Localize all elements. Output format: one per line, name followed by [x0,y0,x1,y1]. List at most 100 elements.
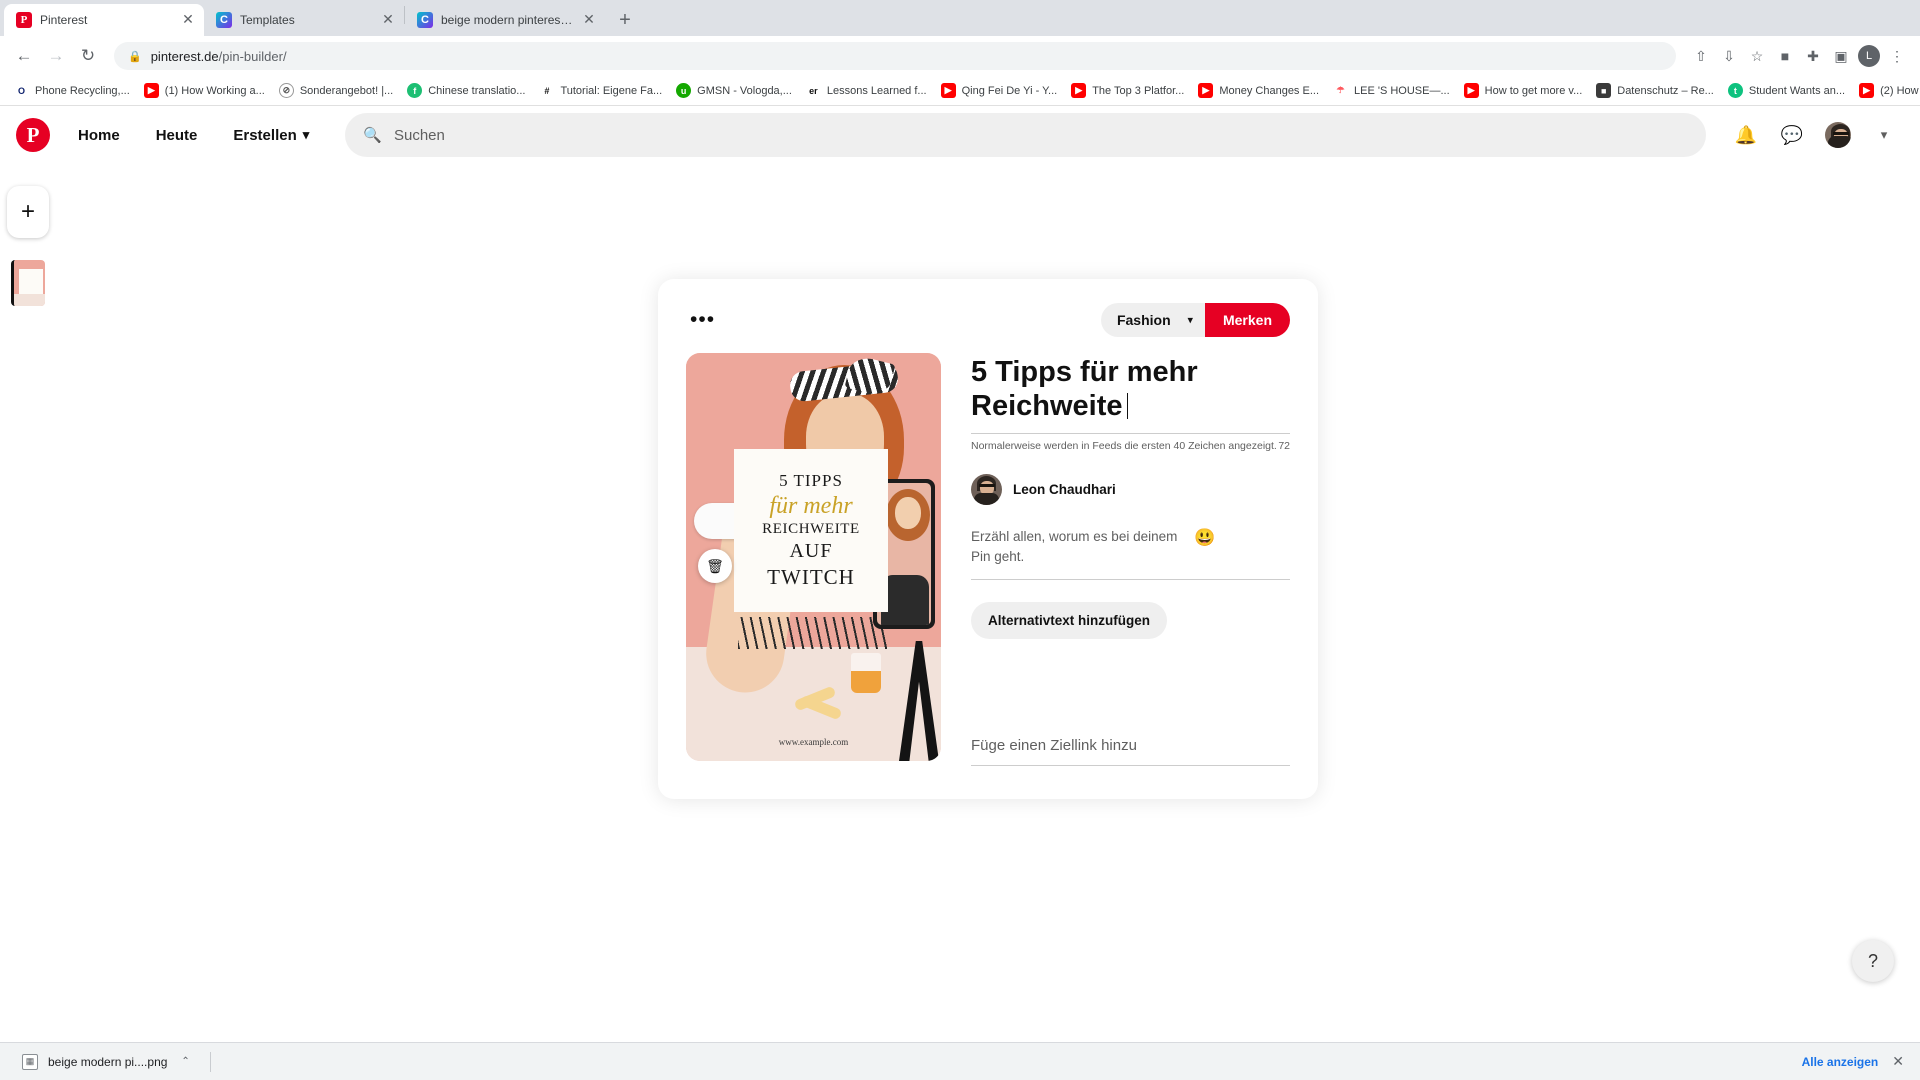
header-actions: 🔔 💬 ▾ [1726,115,1904,155]
browser-tab-beige-pin[interactable]: C beige modern pinterest pin - P ✕ [405,4,605,36]
bookmark-label: Datenschutz – Re... [1617,84,1714,97]
extension-puzzle-icon[interactable]: ■ [1772,43,1798,69]
more-options-icon[interactable]: ••• [686,309,715,330]
file-icon: ▦ [22,1053,38,1070]
add-alt-text-button[interactable]: Alternativtext hinzufügen [971,601,1168,639]
back-icon[interactable]: ← [10,42,38,70]
download-item[interactable]: ▦ beige modern pi....png ⌃ [12,1050,200,1074]
board-select-wrapper: Fashion ▾ [1100,303,1205,337]
bell-icon[interactable]: 🔔 [1726,115,1766,155]
bookmark-item[interactable]: ■ Datenschutz – Re... [1590,80,1720,101]
browser-tab-pinterest[interactable]: P Pinterest ✕ [4,4,204,36]
bookmark-item[interactable]: ▶ How to get more v... [1458,80,1589,101]
share-icon[interactable]: ⇧ [1688,43,1714,69]
bookmark-label: LEE 'S HOUSE—... [1354,84,1450,97]
nav-label: Heute [155,126,198,144]
youtube-icon: ▶ [143,83,159,98]
char-counter: 72 [1278,440,1290,453]
bookmark-item[interactable]: ▶ Money Changes E... [1192,80,1325,101]
show-all-downloads-button[interactable]: Alle anzeigen [1802,1055,1879,1069]
bookmark-item[interactable]: u GMSN - Vologda,... [670,80,798,101]
bookmark-item[interactable]: ▶ Qing Fei De Yi - Y... [935,80,1064,101]
profile-avatar-icon[interactable]: L [1856,43,1882,69]
cast-icon[interactable]: ▣ [1828,43,1854,69]
bookmark-item[interactable]: ☂ LEE 'S HOUSE—... [1327,80,1456,101]
bookmark-star-icon[interactable]: ☆ [1744,43,1770,69]
save-button[interactable]: Merken [1204,303,1290,337]
pinterest-logo-icon[interactable]: P [16,118,50,152]
pin-builder-card: ••• Fashion ▾ Merken 5 TIPPS für mehr RE… [658,279,1318,799]
pin-text-line-5: TWITCH [767,565,855,590]
messages-icon[interactable]: 💬 [1772,115,1812,155]
pin-image-preview[interactable]: 5 TIPPS für mehr REICHWEITE AUF TWITCH w… [686,353,941,761]
fiverr-icon: f [407,83,423,98]
chrome-menu-icon[interactable]: ⋮ [1884,43,1910,69]
destination-link-input[interactable]: Füge einen Ziellink hinzu [971,737,1290,766]
bookmark-label: GMSN - Vologda,... [697,84,792,97]
browser-tab-templates[interactable]: C Templates ✕ [204,4,404,36]
help-button[interactable]: ? [1852,940,1894,982]
board-select[interactable]: Fashion [1100,303,1205,337]
tab-title: beige modern pinterest pin - P [441,13,573,27]
account-avatar[interactable] [1818,115,1858,155]
install-icon[interactable]: ⇩ [1716,43,1742,69]
airbnb-icon: ☂ [1333,83,1348,98]
chevron-down-icon[interactable]: ▾ [1864,115,1904,155]
bookmark-item[interactable]: t Student Wants an... [1722,80,1851,101]
address-bar[interactable]: 🔒 pinterest.de/pin-builder/ [114,42,1676,70]
toolbar-icon-group: ⇧ ⇩ ☆ ■ ✚ ▣ L ⋮ [1688,43,1910,69]
search-input[interactable]: 🔍 Suchen [345,113,1706,157]
bookmark-item[interactable]: er Lessons Learned f... [800,80,933,101]
bookmark-item[interactable]: ⊘ Sonderangebot! |... [273,80,399,101]
bookmark-item[interactable]: f Chinese translatio... [401,80,531,101]
extensions-icon[interactable]: ✚ [1800,43,1826,69]
close-icon[interactable]: ✕ [380,12,396,28]
trash-icon[interactable]: 🗑 [698,549,732,583]
bookmark-item[interactable]: ▶ (2) How To Add A... [1853,80,1920,101]
forward-icon[interactable]: → [42,42,70,70]
youtube-icon: ▶ [1463,83,1479,98]
emoji-picker-icon[interactable]: 😃 [1194,527,1215,546]
nav-item-erstellen[interactable]: Erstellen ▾ [217,117,325,154]
search-icon: 🔍 [363,127,382,144]
new-tab-button[interactable]: + [611,6,639,34]
close-icon[interactable]: ✕ [180,12,196,28]
close-icon[interactable]: ✕ [581,12,597,28]
pin-draft-rail: + [0,164,56,1042]
bookmark-label: Qing Fei De Yi - Y... [961,84,1058,97]
close-icon[interactable]: ✕ [1892,1053,1908,1070]
bookmark-item[interactable]: # Tutorial: Eigene Fa... [533,80,668,101]
shelf-actions: Alle anzeigen ✕ [1802,1053,1908,1070]
pin-text-overlay: 5 TIPPS für mehr REICHWEITE AUF TWITCH [734,449,888,612]
bookmark-label: Money Changes E... [1219,84,1319,97]
pin-draft-thumbnail[interactable] [11,260,45,306]
chevron-up-icon[interactable]: ⌃ [181,1056,189,1067]
download-filename: beige modern pi....png [48,1054,168,1069]
pinterest-favicon-icon: P [16,12,32,28]
text-caret [1126,393,1128,420]
pin-text-line-2: für mehr [769,492,853,519]
nav-label: Erstellen [233,126,297,144]
pinterest-header: P Home Heute Erstellen ▾ 🔍 Suchen 🔔 💬 ▾ [0,106,1920,164]
save-controls: Fashion ▾ Merken [1100,303,1290,337]
nav-item-heute[interactable]: Heute [140,117,214,154]
pin-text-line-3: REICHWEITE [762,521,860,538]
pin-text-line-1: 5 TIPPS [779,470,843,490]
bookmark-item[interactable]: O Phone Recycling,... [8,80,136,101]
pin-text-line-4: AUF [789,540,833,563]
bookmark-item[interactable]: ▶ The Top 3 Platfor... [1065,80,1190,101]
title-hint-row: Normalerweise werden in Feeds die ersten… [971,440,1290,452]
author-row[interactable]: Leon Chaudhari [971,474,1290,506]
bookmark-label: Student Wants an... [1748,84,1846,97]
reload-icon[interactable]: ↻ [74,42,102,70]
nav-item-home[interactable]: Home [62,117,136,154]
canva-favicon-icon: C [216,12,232,28]
pin-title-input[interactable]: 5 Tipps für mehr Reichweite [971,355,1290,435]
bookmark-item[interactable]: ▶ (1) How Working a... [138,80,271,101]
add-pin-button[interactable]: + [7,186,49,238]
pin-description-input[interactable]: Erzähl allen, worum es bei deinem Pin ge… [971,527,1290,580]
tab-title: Templates [240,13,295,27]
bookmark-label: The Top 3 Platfor... [1092,84,1185,97]
bookmark-label: Sonderangebot! |... [299,84,394,97]
photo-icon: ■ [1596,83,1612,98]
